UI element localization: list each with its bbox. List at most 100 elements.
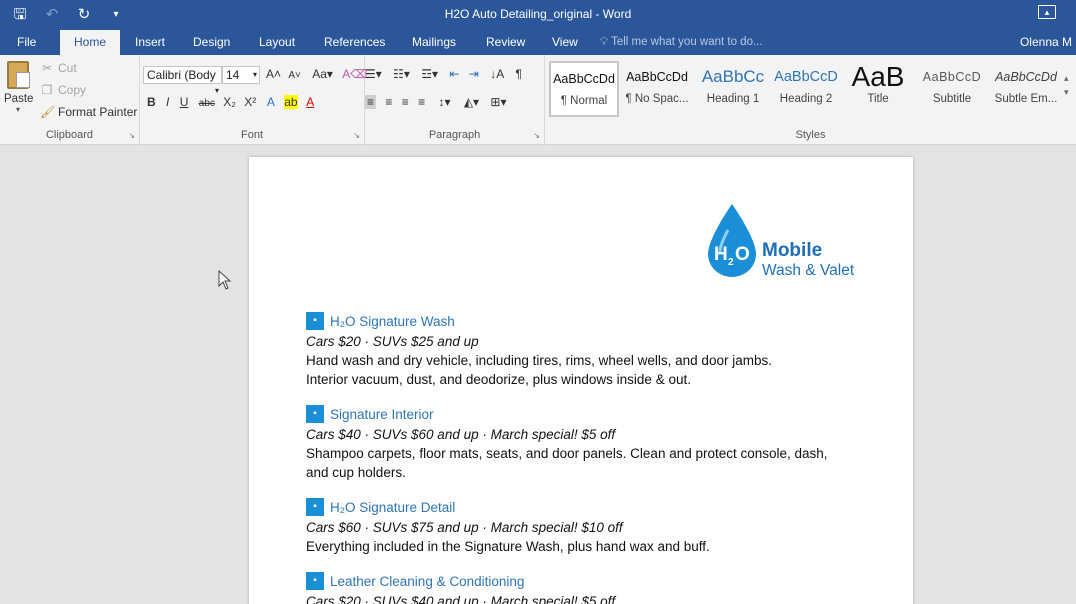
title-bar: 🖫 ↶ ↻ ▾ H2O Auto Detailing_original - Wo…: [0, 0, 1076, 30]
clipboard-launcher-icon[interactable]: ↘: [128, 131, 135, 140]
align-left-icon[interactable]: ≡: [365, 95, 377, 109]
font-name-value: Calibri (Body: [147, 68, 216, 82]
tab-view[interactable]: View: [544, 30, 586, 55]
bullet-icon: ▪: [306, 498, 324, 516]
multilevel-list-icon[interactable]: ☲▾: [421, 67, 438, 81]
ribbon: Paste ▾ ✂ Cut ❐ Copy 🖌︎ Format Painter C…: [0, 55, 1076, 145]
paragraph-group-label: Paragraph: [428, 129, 481, 141]
styles-group: AaBbCcDd ¶ Normal AaBbCcDd ¶ No Spac... …: [545, 55, 1076, 145]
strikethrough-icon[interactable]: abc: [199, 98, 215, 109]
tab-home[interactable]: Home: [60, 30, 120, 55]
mouse-cursor-icon: [218, 270, 231, 290]
increase-indent-icon[interactable]: ⇥: [469, 67, 479, 81]
sort-icon[interactable]: ↓A: [490, 67, 504, 81]
service-desc-line: Interior vacuum, dust, and deodorize, pl…: [306, 372, 691, 387]
service-desc-line: Everything included in the Signature Was…: [306, 539, 710, 554]
scissors-icon: ✂: [41, 61, 53, 75]
style-subtitle[interactable]: AaBbCcD Subtitle: [917, 61, 987, 117]
change-case-icon[interactable]: Aa▾: [312, 67, 333, 81]
font-name-box[interactable]: Calibri (Body ▾: [143, 66, 222, 95]
style-normal-name: ¶ Normal: [560, 95, 608, 107]
paragraph-tools-row1: ☰▾ ☷▾ ☲▾ ⇤ ⇥ ↓A ¶: [365, 67, 522, 81]
align-right-icon[interactable]: ≡: [402, 95, 409, 109]
tab-references[interactable]: References: [316, 30, 393, 55]
bullets-icon[interactable]: ☰▾: [365, 67, 382, 81]
style-subtle-emphasis[interactable]: AaBbCcDd Subtle Em...: [990, 61, 1062, 117]
grow-font-icon[interactable]: A˄: [266, 67, 281, 81]
service-item[interactable]: ▪ H₂O Signature Wash Cars $20 · SUVs $25…: [306, 311, 866, 389]
style-subtle-emphasis-name: Subtle Em...: [994, 93, 1058, 105]
service-item[interactable]: ▪ H₂O Signature Detail Cars $60 · SUVs $…: [306, 497, 866, 556]
style-subtle-emphasis-sample: AaBbCcDd: [995, 70, 1057, 84]
bullet-icon: ▪: [306, 572, 324, 590]
style-normal-sample: AaBbCcDd: [553, 72, 615, 86]
service-item[interactable]: ▪ Leather Cleaning & Conditioning Cars $…: [306, 571, 866, 604]
format-painter-label: Format Painter: [58, 105, 138, 119]
font-launcher-icon[interactable]: ↘: [353, 131, 360, 140]
highlight-icon[interactable]: ab: [284, 95, 298, 109]
paragraph-launcher-icon[interactable]: ↘: [533, 131, 540, 140]
style-subtitle-sample: AaBbCcD: [922, 70, 982, 84]
document-area[interactable]: H 2 O Mobile Wash & Valet ▪ H₂O Signatur…: [0, 145, 1076, 604]
font-size-box[interactable]: 14 ▾: [222, 66, 260, 84]
style-title[interactable]: AaB Title: [843, 61, 913, 117]
format-painter-button[interactable]: 🖌︎ Format Painter: [40, 105, 137, 119]
bold-icon[interactable]: B: [147, 95, 156, 109]
tab-review[interactable]: Review: [478, 30, 533, 55]
tab-design[interactable]: Design: [185, 30, 238, 55]
styles-scroll-up-icon[interactable]: ▴: [1064, 71, 1069, 85]
style-heading-1[interactable]: AaBbCc Heading 1: [697, 61, 769, 117]
align-center-icon[interactable]: ≡: [385, 95, 392, 109]
italic-icon[interactable]: I: [166, 95, 169, 109]
document-page[interactable]: H 2 O Mobile Wash & Valet ▪ H₂O Signatur…: [249, 157, 913, 604]
decrease-indent-icon[interactable]: ⇤: [449, 67, 459, 81]
clipboard-group: Paste ▾ ✂ Cut ❐ Copy 🖌︎ Format Painter C…: [0, 55, 140, 145]
style-heading-1-name: Heading 1: [706, 93, 760, 105]
copy-icon: ❐: [41, 83, 53, 97]
borders-icon[interactable]: ⊞▾: [490, 95, 506, 109]
tab-insert[interactable]: Insert: [127, 30, 173, 55]
superscript-icon[interactable]: X²: [244, 95, 256, 109]
font-size-value: 14: [226, 68, 240, 82]
service-item[interactable]: ▪ Signature Interior Cars $40 · SUVs $60…: [306, 404, 866, 482]
justify-icon[interactable]: ≡: [418, 95, 425, 109]
font-color-icon[interactable]: A: [306, 95, 314, 109]
paste-button[interactable]: Paste ▾: [4, 61, 33, 114]
subscript-icon[interactable]: X₂: [223, 95, 236, 109]
text-effects-icon[interactable]: A: [267, 95, 275, 109]
tab-mailings[interactable]: Mailings: [404, 30, 464, 55]
company-logo: H 2 O Mobile Wash & Valet: [704, 202, 884, 282]
tab-file[interactable]: File: [9, 30, 44, 55]
lightbulb-icon: 💡︎: [600, 36, 609, 48]
paste-dropdown-icon[interactable]: ▾: [4, 105, 32, 114]
styles-scroll[interactable]: ▴ ▾: [1064, 71, 1069, 99]
service-name: Leather Cleaning & Conditioning: [330, 573, 525, 589]
tab-layout[interactable]: Layout: [251, 30, 303, 55]
style-normal[interactable]: AaBbCcDd ¶ Normal: [549, 61, 619, 117]
line-spacing-icon[interactable]: ↕▾: [438, 95, 450, 109]
font-size-dropdown-icon[interactable]: ▾: [253, 67, 259, 83]
style-no-spacing[interactable]: AaBbCcDd ¶ No Spac...: [622, 61, 692, 117]
svg-text:O: O: [735, 244, 750, 265]
show-marks-icon[interactable]: ¶: [516, 67, 522, 81]
numbering-icon[interactable]: ☷▾: [393, 67, 410, 81]
underline-icon[interactable]: U: [180, 95, 189, 109]
style-subtitle-name: Subtitle: [932, 93, 972, 105]
shading-icon[interactable]: ◭▾: [464, 95, 479, 109]
service-name: Signature Interior: [330, 406, 434, 422]
style-heading-2[interactable]: AaBbCcD Heading 2: [771, 61, 841, 117]
ribbon-tabs: File Home Insert Design Layout Reference…: [0, 30, 1076, 55]
water-drop-icon: H 2 O: [708, 204, 756, 277]
logo-line1: Mobile: [762, 240, 823, 261]
ribbon-display-options-icon[interactable]: ▴: [1038, 5, 1056, 19]
cut-button[interactable]: ✂ Cut: [40, 61, 77, 75]
tell-me-box[interactable]: 💡︎ Tell me what you want to do...: [600, 30, 763, 55]
clear-formatting-icon[interactable]: A⌫: [342, 67, 367, 81]
user-name[interactable]: Olenna M: [1020, 30, 1076, 55]
shrink-font-icon[interactable]: A˅: [288, 70, 301, 81]
styles-scroll-down-icon[interactable]: ▾: [1064, 85, 1069, 99]
svg-text:2: 2: [728, 257, 734, 268]
tell-me-text: Tell me what you want to do...: [611, 36, 763, 48]
copy-button[interactable]: ❐ Copy: [40, 83, 86, 97]
clipboard-group-label: Clipboard: [45, 129, 94, 141]
